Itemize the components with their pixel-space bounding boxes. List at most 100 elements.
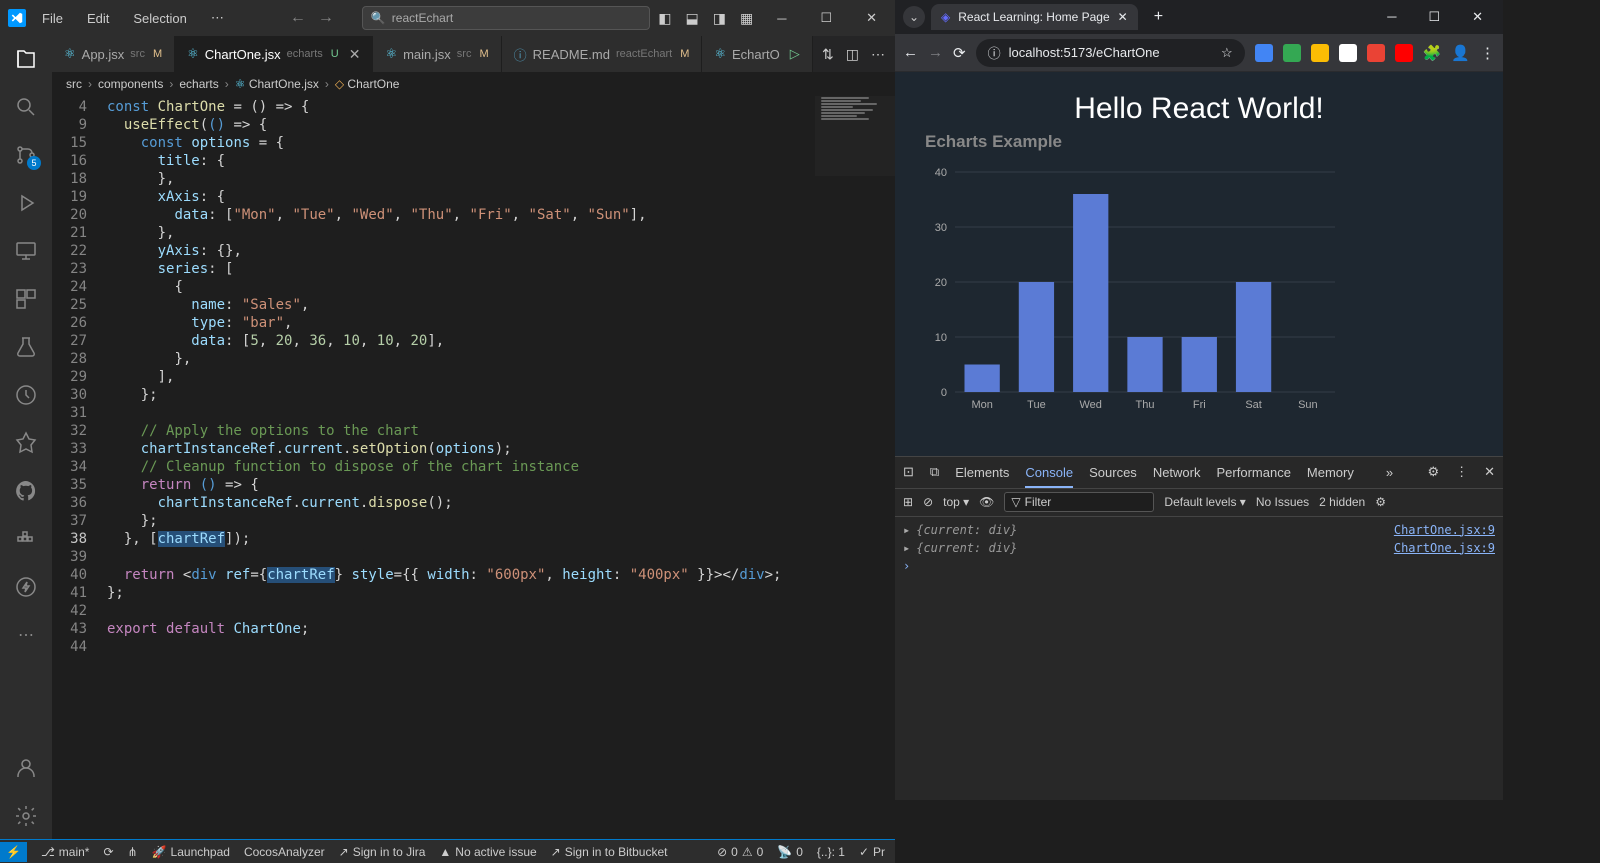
browser-maximize-icon[interactable]: ☐: [1416, 5, 1452, 29]
devtools-close-icon[interactable]: ✕: [1484, 464, 1495, 480]
tab-more-icon[interactable]: ⋯: [871, 46, 885, 63]
tab-close-icon[interactable]: ✕: [349, 46, 361, 63]
thunder-icon[interactable]: [13, 574, 39, 600]
breadcrumb[interactable]: src›components›echarts›⚛ ChartOne.jsx›◇ …: [52, 72, 895, 96]
compare-changes-icon[interactable]: ⇅: [822, 46, 834, 63]
menu-file[interactable]: File: [34, 7, 71, 30]
menu-selection[interactable]: Selection: [125, 7, 194, 30]
cocos-analyzer[interactable]: CocosAnalyzer: [244, 845, 325, 859]
account-icon[interactable]: [13, 755, 39, 781]
testing-icon[interactable]: [13, 334, 39, 360]
rocket-icon[interactable]: [13, 430, 39, 456]
devtools-tab[interactable]: Memory: [1307, 459, 1354, 486]
debug-icon[interactable]: [13, 190, 39, 216]
nav-forward-icon[interactable]: →: [318, 9, 334, 27]
ext-icon-1[interactable]: [1255, 44, 1273, 62]
ext-icon-6[interactable]: [1395, 44, 1413, 62]
ext-icon-2[interactable]: [1283, 44, 1301, 62]
editor-tab[interactable]: ⚛ChartOne.jsxechartsU✕: [175, 36, 373, 72]
nav-forward-browser-icon[interactable]: →: [928, 44, 943, 61]
menu-edit[interactable]: Edit: [79, 7, 117, 30]
breadcrumb-segment[interactable]: ◇ ChartOne: [335, 77, 400, 91]
code-editor[interactable]: 4const ChartOne = () => {9 useEffect(() …: [52, 96, 895, 839]
live-expression-icon[interactable]: 👁: [979, 495, 994, 509]
launchpad-button[interactable]: 🚀 Launchpad: [152, 845, 230, 859]
ext-icon-4[interactable]: [1339, 44, 1357, 62]
devtools-tab[interactable]: Elements: [955, 459, 1009, 486]
run-icon[interactable]: ▷: [790, 46, 800, 62]
search-activity-icon[interactable]: [13, 94, 39, 120]
graph-icon[interactable]: ⋔: [128, 845, 138, 859]
site-info-icon[interactable]: ⓘ: [988, 43, 1001, 62]
maximize-icon[interactable]: ☐: [810, 6, 842, 30]
context-selector[interactable]: top ▾: [943, 495, 969, 509]
active-issue[interactable]: ▲ No active issue: [439, 845, 536, 859]
minimize-icon[interactable]: ─: [767, 7, 796, 30]
devtools-tab[interactable]: Console: [1025, 459, 1073, 488]
editor-tab[interactable]: ⚛App.jsxsrcM: [52, 36, 175, 72]
devtools-settings-gear-icon[interactable]: ⚙: [1427, 464, 1439, 480]
console-log-entry[interactable]: ▸{current: div}ChartOne.jsx:9: [903, 521, 1495, 539]
expand-icon[interactable]: ▸: [903, 523, 910, 537]
breadcrumb-segment[interactable]: ⚛ ChartOne.jsx: [235, 77, 319, 91]
editor-tab[interactable]: ⚛main.jsxsrcM: [373, 36, 501, 72]
docker-icon[interactable]: [13, 526, 39, 552]
nav-back-icon[interactable]: ←: [290, 9, 306, 27]
log-source-link[interactable]: ChartOne.jsx:9: [1394, 523, 1495, 537]
devtools-tab[interactable]: Performance: [1217, 459, 1291, 486]
layout-sidebar-left-icon[interactable]: ◧: [658, 10, 671, 27]
ext-icon-5[interactable]: [1367, 44, 1385, 62]
layout-customize-icon[interactable]: ▦: [740, 10, 753, 27]
tab-chevron-down-icon[interactable]: ⌄: [903, 6, 925, 28]
browser-menu-icon[interactable]: ⋮: [1480, 44, 1495, 62]
jira-signin[interactable]: ↗ Sign in to Jira: [339, 845, 426, 859]
editor-tab[interactable]: ⓘREADME.mdreactEchartM: [502, 36, 703, 72]
console-settings-gear-icon[interactable]: ⚙: [1375, 495, 1386, 509]
scm-icon[interactable]: 5: [13, 142, 39, 168]
prettier-indicator[interactable]: ✓ Pr: [859, 845, 885, 859]
menu-more-icon[interactable]: ⋯: [203, 6, 232, 30]
nav-back-browser-icon[interactable]: ←: [903, 44, 918, 61]
timeline-icon[interactable]: [13, 382, 39, 408]
clear-console-icon[interactable]: ⊘: [923, 495, 933, 509]
console-log-entry[interactable]: ▸{current: div}ChartOne.jsx:9: [903, 539, 1495, 557]
minimap[interactable]: [815, 96, 895, 176]
reload-icon[interactable]: ⟳: [953, 44, 966, 62]
console-filter-input[interactable]: ▽ Filter: [1004, 492, 1154, 512]
expand-icon[interactable]: ▸: [903, 541, 910, 555]
settings-gear-icon[interactable]: [13, 803, 39, 829]
layout-panel-icon[interactable]: ⬓: [686, 10, 699, 27]
command-center-search[interactable]: 🔍 reactEchart: [362, 6, 650, 30]
profile-avatar-icon[interactable]: 👤: [1451, 44, 1470, 62]
extensions-puzzle-icon[interactable]: 🧩: [1423, 44, 1442, 62]
tab-close-icon[interactable]: ✕: [1118, 10, 1128, 24]
branch-indicator[interactable]: ⎇ main*: [41, 845, 90, 859]
explorer-icon[interactable]: [13, 46, 39, 72]
inspect-element-icon[interactable]: ⊡: [903, 464, 914, 480]
remote-indicator[interactable]: ⚡: [0, 842, 27, 862]
problems-indicator[interactable]: ⊘ 0 ⚠ 0: [717, 845, 763, 859]
cursor-position[interactable]: {..}: 1: [817, 845, 845, 859]
breadcrumb-segment[interactable]: echarts: [179, 77, 218, 91]
split-editor-icon[interactable]: ◫: [846, 46, 859, 63]
console-output[interactable]: ▸{current: div}ChartOne.jsx:9▸{current: …: [895, 517, 1503, 801]
sync-icon[interactable]: ⟳: [103, 845, 113, 859]
star-icon[interactable]: ☆: [1221, 45, 1233, 61]
console-sidebar-icon[interactable]: ⊞: [903, 495, 913, 509]
browser-tab[interactable]: ◈ React Learning: Home Page ✕: [931, 4, 1138, 30]
layout-sidebar-right-icon[interactable]: ◨: [713, 10, 726, 27]
log-source-link[interactable]: ChartOne.jsx:9: [1394, 541, 1495, 555]
hidden-count[interactable]: 2 hidden: [1319, 495, 1365, 509]
devtools-menu-icon[interactable]: ⋮: [1455, 464, 1468, 480]
breadcrumb-segment[interactable]: src: [66, 77, 82, 91]
url-input[interactable]: ⓘ localhost:5173/eChartOne ☆: [976, 39, 1245, 67]
ext-icon-3[interactable]: [1311, 44, 1329, 62]
ports-indicator[interactable]: 📡 0: [777, 845, 803, 859]
device-toolbar-icon[interactable]: ⧉: [930, 464, 939, 480]
log-levels-selector[interactable]: Default levels ▾: [1164, 495, 1245, 509]
close-icon[interactable]: ✕: [856, 6, 887, 30]
issues-indicator[interactable]: No Issues: [1256, 495, 1309, 509]
browser-close-icon[interactable]: ✕: [1460, 5, 1495, 29]
devtools-more-tabs-icon[interactable]: »: [1386, 465, 1393, 480]
extensions-icon[interactable]: [13, 286, 39, 312]
